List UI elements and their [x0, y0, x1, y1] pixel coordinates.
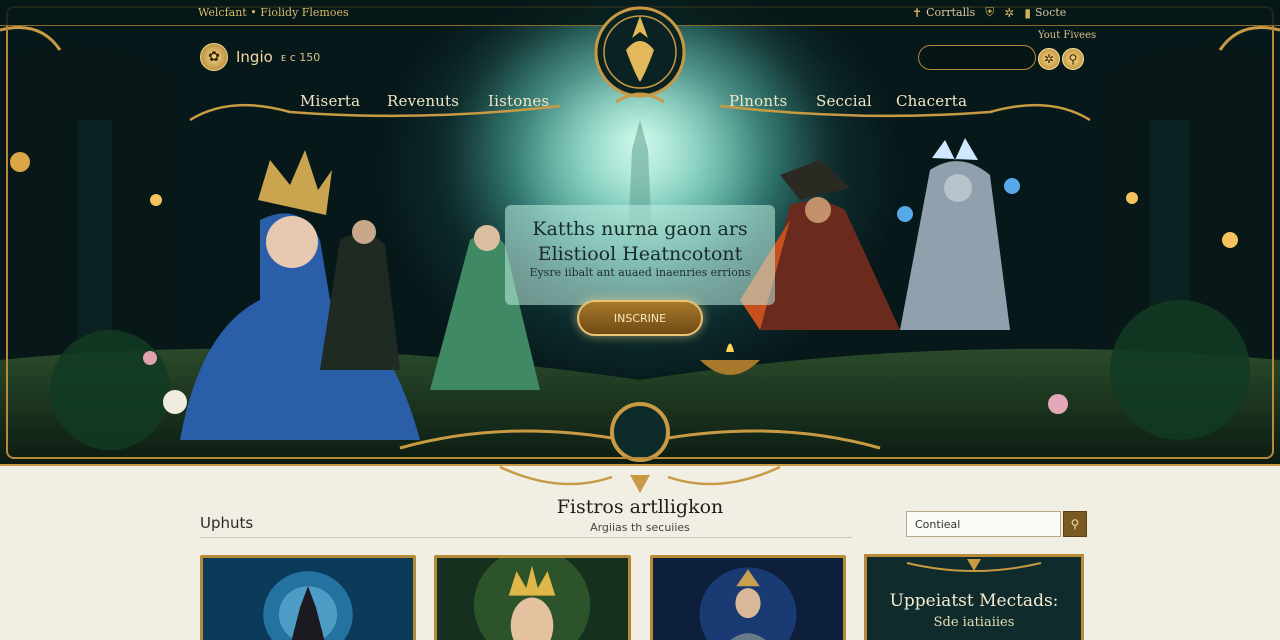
promo-title: Uppeiatst Mectads: [889, 591, 1059, 611]
logo-suffix: ᴇ ᴄ 150 [280, 50, 321, 64]
feature-card-elf[interactable] [650, 555, 846, 640]
top-links: ✝ Corrtalls ⛨ ✲ ▮ Socte [912, 5, 1066, 20]
search-icon: ⚲ [1068, 52, 1078, 66]
header-settings-button[interactable]: ✲ [1038, 48, 1060, 70]
top-link-label: Corrtalls [926, 6, 976, 19]
hero-cta-button[interactable]: INSCRINE [577, 300, 703, 336]
pin-icon: ✝ [912, 5, 923, 20]
nav-item[interactable]: Seccial [816, 92, 872, 110]
favorites-label: Yout Fivees [1038, 30, 1097, 41]
nav-item[interactable]: Plnonts [729, 92, 787, 110]
search-icon: ⚲ [1070, 517, 1080, 531]
hero-title-line2: Elistiool Heatncotont [537, 243, 743, 265]
section-divider [200, 537, 852, 538]
top-link-label: Socte [1034, 6, 1067, 19]
top-link-gear[interactable]: ✲ [1004, 6, 1014, 20]
welcome-text: Welcfant • Fiolidy Flemoes [198, 6, 349, 19]
gear-icon: ✲ [1043, 52, 1055, 66]
section-title: Fistros artlligkon [556, 496, 724, 518]
promo-ornament [906, 559, 1042, 572]
hero-subtitle: Eysre iibalt ant auaed inaenries errions [529, 266, 751, 279]
logo-name: Ingio [236, 48, 273, 66]
nav-item[interactable]: Iistones [488, 92, 549, 110]
book-icon: ▮ [1024, 5, 1031, 20]
sidebar-search-button[interactable]: ⚲ [1063, 511, 1087, 537]
section-left-heading: Uphuts [200, 514, 254, 532]
promo-panel[interactable]: Uppeiatst Mectads: Sde iatiaiies [864, 554, 1084, 640]
nav-item[interactable]: Revenuts [387, 92, 459, 110]
nav-item[interactable]: Miserta [300, 92, 360, 110]
crest-emblem [594, 6, 686, 104]
logo-emblem-icon: ✿ [200, 43, 228, 71]
feature-card-queen[interactable] [434, 555, 631, 640]
card-image [437, 558, 628, 640]
hero-title-line1: Katths nurna gaon ars [532, 218, 748, 240]
promo-subtitle: Sde iatiaiies [933, 615, 1015, 630]
feature-card-wizard[interactable] [200, 555, 416, 640]
hero-title: Katths nurna gaon ars Elistiool Heatncot… [515, 217, 765, 267]
gear-icon: ✲ [1004, 5, 1015, 20]
header-search-input[interactable] [918, 45, 1036, 70]
card-image [653, 558, 843, 640]
section-subtitle: Argiias th secuiies [590, 521, 690, 534]
site-logo[interactable]: ✿ Ingio ᴇ ᴄ 150 [200, 43, 320, 71]
card-image [203, 558, 413, 640]
sidebar-search-input[interactable] [906, 511, 1061, 537]
top-link-shield[interactable]: ⛨ [985, 5, 994, 20]
shield-icon: ⛨ [985, 5, 995, 19]
nav-item[interactable]: Chacerta [896, 92, 967, 110]
header-search-button[interactable]: ⚲ [1062, 48, 1084, 70]
hero-banner: Welcfant • Fiolidy Flemoes ✝ Corrtalls ⛨… [0, 0, 1280, 465]
top-link-contacts[interactable]: ✝ Corrtalls [912, 6, 975, 20]
top-link-socials[interactable]: ▮ Socte [1024, 6, 1066, 20]
